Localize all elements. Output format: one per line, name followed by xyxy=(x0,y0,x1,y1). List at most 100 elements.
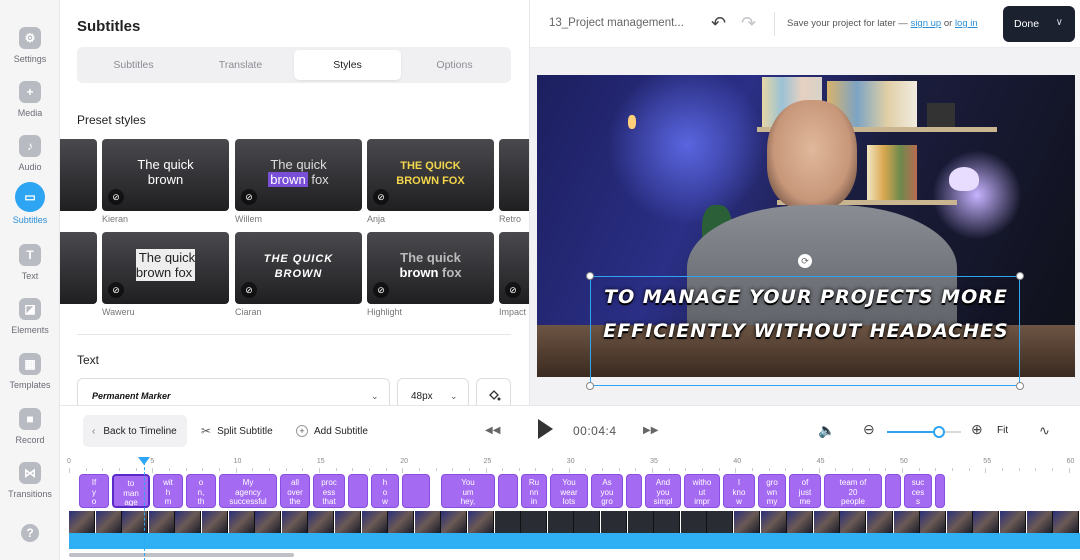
subtitle-chip[interactable] xyxy=(626,474,642,508)
rotate-icon[interactable]: ⟳ xyxy=(798,254,812,268)
playhead-handle[interactable] xyxy=(138,457,150,465)
resize-handle[interactable] xyxy=(1016,272,1024,280)
font-size-select[interactable]: 48px ⌄ xyxy=(397,378,469,405)
ruler-tick xyxy=(652,468,654,473)
subtitle-chip[interactable]: gro wn my xyxy=(758,474,786,508)
zoom-slider[interactable] xyxy=(887,426,961,438)
ruler-tick xyxy=(618,468,620,471)
font-family-select[interactable]: Permanent Marker ⌄ xyxy=(77,378,390,405)
subtitle-chip[interactable] xyxy=(402,474,430,508)
preset-partial-left[interactable] xyxy=(60,139,97,211)
subtitle-chip[interactable]: Ru nn in xyxy=(521,474,547,508)
log-in-link[interactable]: log in xyxy=(955,18,978,29)
tab-translate[interactable]: Translate xyxy=(187,50,294,80)
subtitle-chip[interactable]: proc ess that xyxy=(313,474,345,508)
subtitle-line-1: TO MANAGE YOUR PROJECTS MORE xyxy=(604,286,1008,308)
subtitles-panel: Subtitles Subtitles Translate Styles Opt… xyxy=(60,0,530,405)
subtitle-chip[interactable]: o n, th xyxy=(186,474,216,508)
subtitle-chip[interactable]: how xyxy=(371,474,399,508)
rewind-icon[interactable]: ◀◀ xyxy=(485,425,500,436)
ruler-tick xyxy=(118,468,120,471)
subtitle-chip[interactable]: You wear lots xyxy=(550,474,588,508)
subtitle-chip[interactable] xyxy=(348,474,368,508)
ruler-tick xyxy=(635,468,637,471)
subtitle-chip[interactable]: If y o xyxy=(79,474,109,508)
subtitles-icon: ▭ xyxy=(15,182,45,212)
subtitle-chip[interactable] xyxy=(935,474,945,508)
rail-item-record[interactable]: ■ Record xyxy=(0,405,60,455)
rail-label-settings: Settings xyxy=(13,54,47,64)
preset-retro[interactable] xyxy=(499,139,529,211)
fit-button[interactable]: Fit xyxy=(997,425,1008,436)
preset-kieran[interactable]: The quick brown ⊘ xyxy=(102,139,229,211)
subtitle-chip[interactable] xyxy=(498,474,518,508)
fast-forward-icon[interactable]: ▶▶ xyxy=(643,425,658,436)
ruler-tick xyxy=(902,468,903,473)
preset-highlight[interactable]: The quick brown fox ⊘ xyxy=(367,232,494,304)
ruler-tick xyxy=(302,468,304,471)
tab-subtitles[interactable]: Subtitles xyxy=(80,50,187,80)
preset-anja[interactable]: THE QUICK BROWN FOX ⊘ xyxy=(367,139,494,211)
subtitle-chip[interactable]: suc ces s xyxy=(904,474,932,508)
done-button[interactable]: Done ∨ xyxy=(1003,6,1075,42)
zoom-in-icon[interactable]: ⊕ xyxy=(971,421,983,438)
subtitle-chip[interactable]: My agency successful xyxy=(219,474,277,508)
fill-color-button[interactable] xyxy=(476,378,511,405)
help-icon[interactable]: ? xyxy=(21,524,39,542)
zoom-slider-handle[interactable] xyxy=(932,426,945,438)
subtitle-chip[interactable]: team of 20 people xyxy=(824,474,882,508)
rail-item-transitions[interactable]: ⋈ Transitions xyxy=(0,459,60,509)
audio-waveform-track[interactable] xyxy=(69,533,1080,549)
redo-icon[interactable]: ↷ xyxy=(741,13,756,34)
preset-label: Kieran xyxy=(102,214,129,224)
video-preview[interactable]: TO MANAGE YOUR PROJECTS MORE EFFICIENTLY… xyxy=(537,75,1075,377)
preset-partial-left-2[interactable] xyxy=(60,232,97,304)
ruler-tick xyxy=(785,468,787,471)
resize-handle[interactable] xyxy=(586,272,594,280)
back-to-timeline-button[interactable]: ‹ Back to Timeline xyxy=(83,415,187,447)
add-subtitle-button[interactable]: + Add Subtitle xyxy=(296,415,368,447)
subtitle-chip[interactable] xyxy=(885,474,901,508)
subtitle-chip[interactable]: witho ut impr xyxy=(684,474,720,508)
scissors-icon: ✂ xyxy=(201,424,212,438)
rail-item-text[interactable]: T Text xyxy=(0,241,60,291)
tab-options[interactable]: Options xyxy=(401,50,508,80)
subtitle-chip[interactable]: wit h m xyxy=(153,474,183,508)
project-name[interactable]: 13_Project management... xyxy=(549,17,684,29)
tab-styles[interactable]: Styles xyxy=(294,50,401,80)
subtitle-chip[interactable]: As you gro xyxy=(591,474,623,508)
rail-item-media[interactable]: + Media xyxy=(0,78,60,128)
link-icon: ⊘ xyxy=(373,189,389,205)
zoom-out-icon[interactable]: ⊖ xyxy=(863,421,875,438)
rail-label-media: Media xyxy=(17,108,43,118)
rail-item-settings[interactable]: ⚙ Settings xyxy=(0,24,60,74)
undo-icon[interactable]: ↶ xyxy=(711,13,726,34)
timeline-scrollbar[interactable] xyxy=(69,553,294,557)
subtitle-chip[interactable]: all over the xyxy=(280,474,310,508)
subtitle-chip[interactable]: And you simpl xyxy=(645,474,681,508)
subtitle-chip[interactable]: Ikno w xyxy=(723,474,755,508)
sign-up-link[interactable]: sign up xyxy=(911,18,942,29)
rail-item-audio[interactable]: ♪ Audio xyxy=(0,132,60,182)
split-subtitle-button[interactable]: ✂ Split Subtitle xyxy=(201,415,273,447)
preset-willem[interactable]: The quick brown fox ⊘ xyxy=(235,139,362,211)
video-frame xyxy=(813,511,840,533)
subtitle-chip[interactable]: You um hey, xyxy=(441,474,495,508)
rail-item-elements[interactable]: ◪ Elements xyxy=(0,295,60,345)
ruler-tick xyxy=(352,468,354,471)
rail-item-templates[interactable]: ▦ Templates xyxy=(0,350,60,400)
video-frame xyxy=(521,511,548,533)
lamp xyxy=(949,167,979,191)
play-icon[interactable] xyxy=(535,417,555,446)
preset-ciaran[interactable]: THE QUICK BROWN ⊘ xyxy=(235,232,362,304)
subtitle-chip[interactable]: of just me xyxy=(789,474,821,508)
rail-item-subtitles[interactable]: ▭ Subtitles xyxy=(0,182,60,233)
preset-label: Anja xyxy=(367,214,386,224)
volume-icon[interactable]: 🔈 xyxy=(818,422,835,439)
resize-handle[interactable] xyxy=(1016,382,1024,390)
resize-handle[interactable] xyxy=(586,382,594,390)
waveform-icon[interactable]: ∿ xyxy=(1039,423,1050,439)
preset-impact[interactable]: ⊘ xyxy=(499,232,529,304)
ruler-tick xyxy=(368,468,370,471)
preset-waweru[interactable]: The quick brown fox ⊘ xyxy=(102,232,229,304)
